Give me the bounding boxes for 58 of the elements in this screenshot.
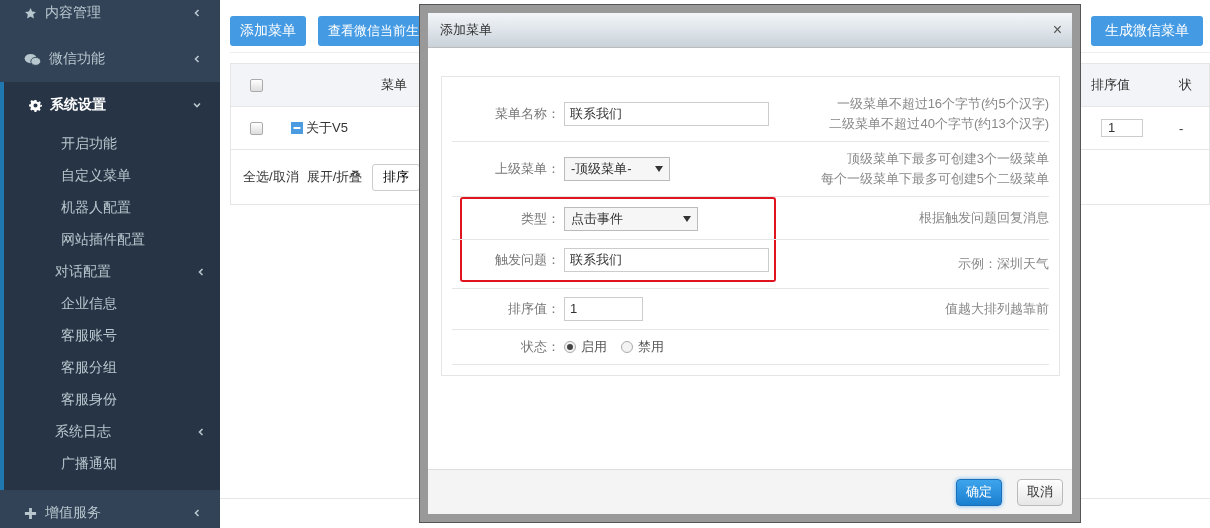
sidebar-item[interactable]: 广播通知 bbox=[4, 448, 220, 480]
footer-link[interactable]: 全选/取消 bbox=[243, 168, 299, 186]
hint-text: 值越大排列越靠前 bbox=[945, 300, 1049, 318]
collapse-icon[interactable] bbox=[291, 122, 303, 134]
sidebar-item[interactable]: 客服身份 bbox=[4, 384, 220, 416]
hint-text: 二级菜单不超过40个字节(约13个汉字) bbox=[829, 115, 1049, 133]
hint-text: 一级菜单不超过16个字节(约5个汉字) bbox=[836, 95, 1049, 113]
column-header: 状 bbox=[1179, 77, 1192, 92]
column-header: 菜单 bbox=[381, 77, 407, 92]
sidebar-item[interactable]: 客服账号 bbox=[4, 320, 220, 352]
hint-text: 根据触发问题回复消息 bbox=[919, 209, 1049, 227]
field-label: 上级菜单： bbox=[494, 160, 561, 178]
sidebar-item[interactable]: 企业信息 bbox=[4, 288, 220, 320]
input-field[interactable]: 联系我们 bbox=[564, 102, 769, 126]
footer-link[interactable]: 展开/折叠 bbox=[306, 168, 363, 186]
field-label: 状态： bbox=[520, 338, 561, 356]
sort-input[interactable]: 1 bbox=[1101, 119, 1143, 137]
table-cell: 关于V5 bbox=[306, 119, 348, 137]
input-field[interactable]: 联系我们 bbox=[564, 248, 769, 272]
radio-button[interactable] bbox=[621, 341, 633, 353]
radio-option[interactable]: 禁用 bbox=[621, 338, 664, 356]
select-field[interactable]: 点击事件 bbox=[564, 207, 698, 231]
plus-icon bbox=[24, 506, 37, 520]
caret-icon bbox=[683, 215, 691, 223]
sidebar-item[interactable]: 网站插件配置 bbox=[4, 224, 220, 256]
checkbox[interactable] bbox=[249, 121, 263, 135]
select-field[interactable]: -顶级菜单- bbox=[564, 157, 670, 181]
input-field[interactable]: 1 bbox=[564, 297, 643, 321]
field-label: 类型： bbox=[520, 210, 561, 228]
hint-text: 示例：深圳天气 bbox=[958, 255, 1049, 273]
sidebar-item[interactable]: 内容管理 bbox=[0, 0, 220, 36]
chat-bubbles-icon bbox=[24, 52, 41, 66]
field-label: 触发问题： bbox=[494, 251, 561, 269]
sidebar-item[interactable]: 微信功能 bbox=[0, 36, 220, 82]
sort-button[interactable]: 排序 bbox=[372, 163, 421, 191]
radio-option[interactable]: 启用 bbox=[564, 338, 607, 356]
sidebar-item[interactable]: 自定义菜单 bbox=[4, 160, 220, 192]
sidebar-item[interactable]: 系统设置 bbox=[4, 82, 220, 128]
checkbox[interactable] bbox=[249, 78, 263, 92]
table-cell: - bbox=[1179, 120, 1184, 136]
star-icon bbox=[24, 6, 37, 20]
sidebar-item[interactable]: 增值服务 bbox=[0, 490, 220, 528]
field-label: 菜单名称： bbox=[494, 105, 561, 123]
caret-icon bbox=[655, 165, 663, 173]
hint-text: 每个一级菜单下最多可创建5个二级菜单 bbox=[820, 170, 1049, 188]
close-button[interactable]: × bbox=[1052, 21, 1062, 39]
gear-icon bbox=[29, 98, 42, 112]
sidebar-item[interactable]: 开启功能 bbox=[4, 128, 220, 160]
column-header: 排序值 bbox=[1091, 77, 1130, 92]
sidebar-item[interactable]: 机器人配置 bbox=[4, 192, 220, 224]
sidebar-item[interactable]: 对话配置 bbox=[4, 256, 220, 288]
cancel-button[interactable]: 取消 bbox=[1017, 478, 1063, 506]
sidebar-item[interactable]: 系统日志 bbox=[4, 416, 220, 448]
field-label: 排序值： bbox=[507, 300, 561, 318]
hint-text: 顶级菜单下最多可创建3个一级菜单 bbox=[846, 150, 1049, 168]
sidebar-item[interactable]: 客服分组 bbox=[4, 352, 220, 384]
radio-button[interactable] bbox=[564, 341, 576, 353]
dialog-title: 添加菜单 bbox=[440, 21, 492, 39]
